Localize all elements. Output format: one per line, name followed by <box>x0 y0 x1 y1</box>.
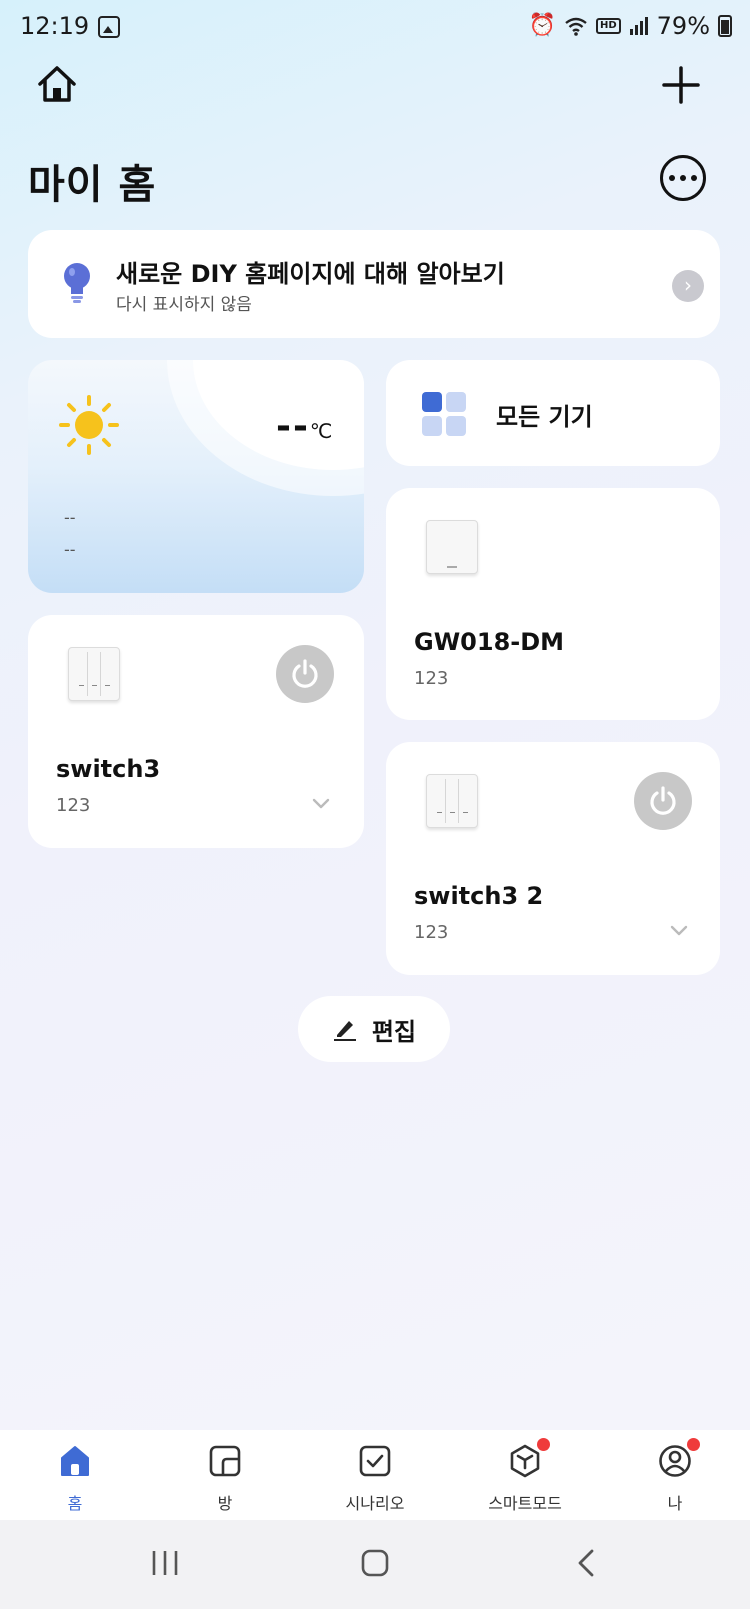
nav-item-room[interactable]: 방 <box>150 1430 300 1520</box>
home-icon <box>61 1446 89 1476</box>
status-icons: ⏰ HD 79% <box>529 12 732 40</box>
notification-badge <box>537 1438 550 1451</box>
more-options-button[interactable] <box>660 155 706 201</box>
banner-title: 새로운 DIY 홈페이지에 대해 알아보기 <box>116 260 505 288</box>
scenario-check-icon <box>359 1445 391 1477</box>
triple-switch-device-icon <box>426 774 478 828</box>
gateway-device-icon <box>426 520 478 574</box>
dot-icon <box>691 175 697 181</box>
sun-icon <box>59 395 119 455</box>
nav-label: 시나리오 <box>345 1494 405 1513</box>
nav-item-me[interactable]: 나 <box>600 1430 750 1520</box>
temperature-value: --℃ <box>276 406 334 447</box>
all-devices-card[interactable]: 모든 기기 <box>386 360 720 466</box>
page-title: 마이 홈 <box>28 162 157 208</box>
dot-icon <box>680 175 686 181</box>
chevron-right-icon[interactable]: › <box>672 270 704 302</box>
notification-badge <box>687 1438 700 1451</box>
device-name: switch3 2 <box>414 882 544 910</box>
pencil-icon <box>333 1021 356 1041</box>
room-icon <box>209 1445 241 1477</box>
diy-home-banner[interactable]: 새로운 DIY 홈페이지에 대해 알아보기 다시 표시하지 않음 › <box>28 230 720 338</box>
back-icon[interactable] <box>574 1548 598 1578</box>
device-room: 123 <box>414 668 449 689</box>
device-card-switch3-2[interactable]: switch3 2 123 <box>386 742 720 975</box>
device-grid-icon <box>422 392 466 436</box>
dismiss-banner-link[interactable]: 다시 표시하지 않음 <box>116 290 252 315</box>
home-icon[interactable] <box>36 64 78 104</box>
profile-icon <box>659 1445 691 1477</box>
lightbulb-icon <box>64 263 90 303</box>
device-name: GW018-DM <box>414 628 565 656</box>
weather-card[interactable]: --℃ -- -- <box>28 360 364 593</box>
add-icon[interactable] <box>660 64 702 106</box>
power-button[interactable] <box>276 645 334 703</box>
battery-percent: 79% <box>656 12 710 40</box>
profile-icon-wrap <box>658 1438 700 1478</box>
wifi-icon <box>565 17 587 36</box>
edit-label: 편집 <box>371 1017 417 1046</box>
hd-voice-icon: HD <box>595 18 621 34</box>
power-icon <box>650 786 676 815</box>
nav-item-smart-mode[interactable]: 스마트모드 <box>450 1430 600 1520</box>
bottom-nav: 홈 방 시나리오 스마트모드 나 <box>0 1430 750 1520</box>
chevron-down-icon[interactable] <box>312 797 330 811</box>
device-room: 123 <box>56 795 91 816</box>
nav-label: 스마트모드 <box>488 1494 562 1513</box>
temperature-unit: ℃ <box>309 419 335 443</box>
system-navigation-bar <box>0 1520 750 1609</box>
gallery-notification-icon <box>98 16 120 38</box>
weather-info-line: -- <box>64 540 76 559</box>
device-room: 123 <box>414 922 449 943</box>
all-devices-label: 모든 기기 <box>496 403 593 431</box>
alarm-icon: ⏰ <box>528 13 556 38</box>
triple-switch-device-icon <box>68 647 120 701</box>
device-card-gateway[interactable]: GW018-DM 123 <box>386 488 720 720</box>
status-time: 12:19 <box>20 12 90 40</box>
smart-mode-icon-wrap <box>508 1438 550 1478</box>
nav-label: 방 <box>217 1494 233 1513</box>
nav-label: 나 <box>667 1494 683 1513</box>
nav-item-scenario[interactable]: 시나리오 <box>300 1430 450 1520</box>
power-button[interactable] <box>634 772 692 830</box>
signal-icon <box>629 17 648 35</box>
power-icon <box>292 659 318 688</box>
device-name: switch3 <box>56 755 161 783</box>
nav-item-home[interactable]: 홈 <box>0 1430 150 1520</box>
chevron-down-icon[interactable] <box>670 924 688 938</box>
nav-label: 홈 <box>67 1494 83 1513</box>
dot-icon <box>669 175 675 181</box>
smart-mode-icon <box>510 1444 540 1478</box>
device-card-switch3[interactable]: switch3 123 <box>28 615 364 848</box>
battery-icon <box>718 15 732 37</box>
system-home-icon[interactable] <box>360 1548 390 1578</box>
recent-apps-icon[interactable] <box>150 1548 180 1578</box>
weather-info-line: -- <box>64 508 76 527</box>
edit-button[interactable]: 편집 <box>298 996 450 1062</box>
temperature-number: -- <box>276 406 310 447</box>
